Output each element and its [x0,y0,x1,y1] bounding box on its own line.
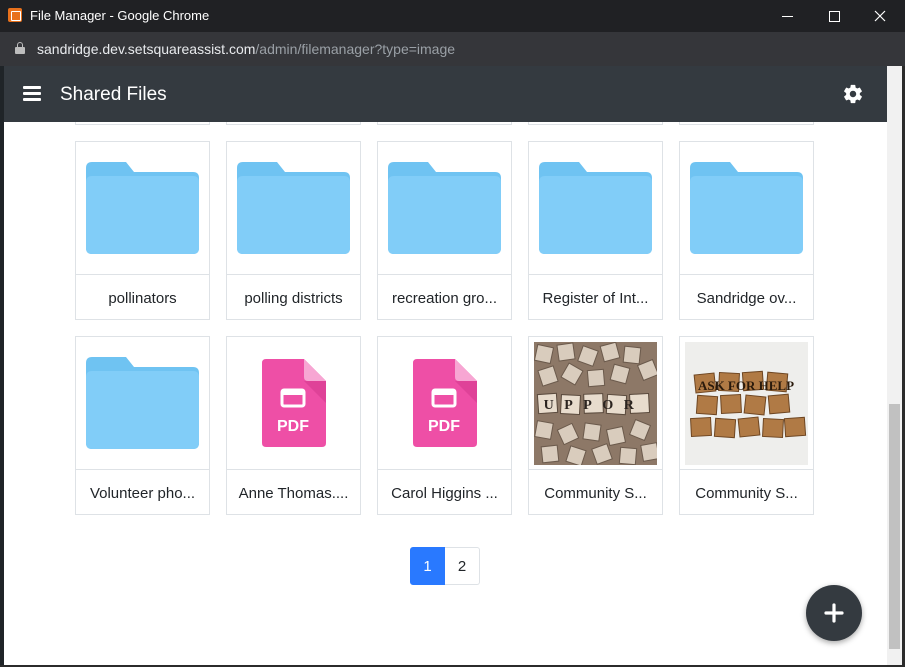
file-name: recreation gro... [391,289,498,307]
card-thumbnail: PDF [378,337,511,470]
card-thumbnail [378,142,511,275]
plus-icon [824,603,844,623]
card-thumbnail: ASK FOR HELP [680,337,813,470]
file-name: polling districts [244,289,343,307]
app-icon [8,8,22,22]
folder-card[interactable]: Volunteer pho... [75,336,210,515]
pdf-badge: PDF [428,418,460,435]
folder-card[interactable]: Register of Int... [528,141,663,320]
folder-icon [690,162,803,254]
card-thumbnail [76,337,209,470]
url-host: sandridge.dev.setsquareassist.com [37,41,256,57]
pdf-icon: PDF [412,359,477,447]
folder-icon [86,162,199,254]
card-thumbnail [680,142,813,275]
file-name: Volunteer pho... [89,484,196,502]
minimize-icon [781,15,793,17]
folder-icon [388,162,501,254]
page-2-button[interactable]: 2 [445,547,480,585]
image-thumbnail: UPPOR [534,341,657,465]
tile-letters: UPPOR [544,398,645,413]
card-thumbnail [227,142,360,275]
menu-icon[interactable] [23,86,41,102]
scrollbar[interactable] [887,66,902,665]
file-name: Register of Int... [542,289,649,307]
folder-icon [86,357,199,449]
scrollbar-thumb[interactable] [889,404,900,649]
file-name: pollinators [108,289,177,307]
pagination: 1 2 [410,547,480,585]
image-card[interactable]: UPPOR Community S... [528,336,663,515]
folder-card[interactable]: polling districts [226,141,361,320]
folder-card[interactable]: Sandridge ov... [679,141,814,320]
file-name: Anne Thomas.... [238,484,349,502]
pdf-card[interactable]: PDF Anne Thomas.... [226,336,361,515]
folder-card[interactable]: recreation gro... [377,141,512,320]
folder-icon [237,162,350,254]
close-button[interactable] [857,0,903,32]
folder-card[interactable]: pollinators [75,141,210,320]
maximize-button[interactable] [811,0,857,32]
gear-icon[interactable] [842,83,864,105]
pdf-card[interactable]: PDF Carol Higgins ... [377,336,512,515]
add-file-button[interactable] [806,585,862,641]
app-bar: Shared Files [4,66,887,122]
tile-letters: ASK FOR HELP [698,378,794,393]
page-1-button[interactable]: 1 [410,547,445,585]
lock-icon [15,42,25,54]
pdf-icon: PDF [261,359,326,447]
page-viewport: Shared Files pollinators polling distric… [4,66,887,665]
file-name: Community S... [544,484,647,502]
folder-icon [539,162,652,254]
window-title: File Manager - Google Chrome [30,8,210,23]
close-icon [874,10,886,22]
file-name: Sandridge ov... [696,289,797,307]
url-text[interactable]: sandridge.dev.setsquareassist.com/admin/… [37,41,455,57]
page-title: Shared Files [60,84,167,105]
pdf-badge: PDF [277,418,309,435]
card-thumbnail [76,142,209,275]
maximize-icon [828,10,840,22]
address-bar[interactable]: sandridge.dev.setsquareassist.com/admin/… [0,32,905,66]
card-thumbnail [529,142,662,275]
minimize-button[interactable] [764,0,810,32]
window-titlebar: File Manager - Google Chrome [0,0,905,32]
image-thumbnail: ASK FOR HELP [685,341,808,465]
file-name: Carol Higgins ... [391,484,498,502]
image-card[interactable]: ASK FOR HELP Community S... [679,336,814,515]
card-thumbnail: UPPOR [529,337,662,470]
file-name: Community S... [695,484,798,502]
card-thumbnail: PDF [227,337,360,470]
url-path: /admin/filemanager?type=image [255,41,456,57]
